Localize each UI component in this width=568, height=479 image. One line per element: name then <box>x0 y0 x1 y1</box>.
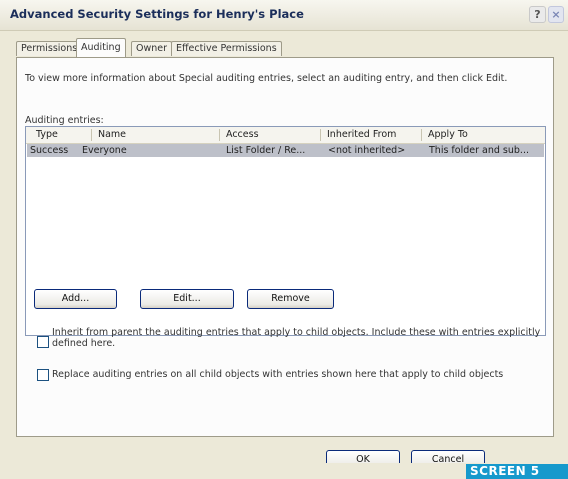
column-header-inherited-from[interactable]: Inherited From <box>327 129 396 140</box>
window-title: Advanced Security Settings for Henry's P… <box>10 7 304 21</box>
tab-auditing[interactable]: Auditing <box>76 38 126 57</box>
cell-inherited-from: <not inherited> <box>328 145 406 156</box>
column-header-access[interactable]: Access <box>226 129 259 140</box>
column-header-type[interactable]: Type <box>36 129 58 140</box>
column-header-name[interactable]: Name <box>98 129 126 140</box>
cell-access: List Folder / Re... <box>226 145 306 156</box>
tab-owner[interactable]: Owner <box>131 41 173 56</box>
tab-permissions[interactable]: Permissions <box>16 41 83 56</box>
replace-checkbox[interactable] <box>37 369 49 381</box>
column-divider[interactable] <box>219 129 220 141</box>
title-bar[interactable]: Advanced Security Settings for Henry's P… <box>0 0 568 31</box>
tab-effective-permissions[interactable]: Effective Permissions <box>171 41 282 56</box>
column-divider[interactable] <box>320 129 321 141</box>
help-button[interactable]: ? <box>529 6 546 23</box>
cell-type: Success <box>30 145 69 156</box>
list-header: Type Name Access Inherited From Apply To <box>26 127 545 144</box>
cell-name: Everyone <box>82 145 127 156</box>
close-button[interactable]: × <box>548 6 564 23</box>
screen-badge: SCREEN 5 <box>466 464 568 479</box>
column-header-apply-to[interactable]: Apply To <box>428 129 468 140</box>
table-row[interactable]: Success Everyone List Folder / Re... <no… <box>27 144 544 157</box>
column-divider[interactable] <box>91 129 92 141</box>
intro-text: To view more information about Special a… <box>25 73 508 84</box>
inherit-checkbox[interactable] <box>37 336 49 348</box>
auditing-panel: To view more information about Special a… <box>16 57 554 437</box>
add-button[interactable]: Add... <box>34 289 117 309</box>
auditing-entries-label: Auditing entries: <box>25 115 104 126</box>
edit-button[interactable]: Edit... <box>140 289 234 309</box>
inherit-checkbox-label[interactable]: Inherit from parent the auditing entries… <box>52 327 547 349</box>
cell-apply-to: This folder and sub... <box>429 145 529 156</box>
remove-button[interactable]: Remove <box>247 289 334 309</box>
replace-checkbox-label[interactable]: Replace auditing entries on all child ob… <box>52 369 547 380</box>
column-divider[interactable] <box>421 129 422 141</box>
